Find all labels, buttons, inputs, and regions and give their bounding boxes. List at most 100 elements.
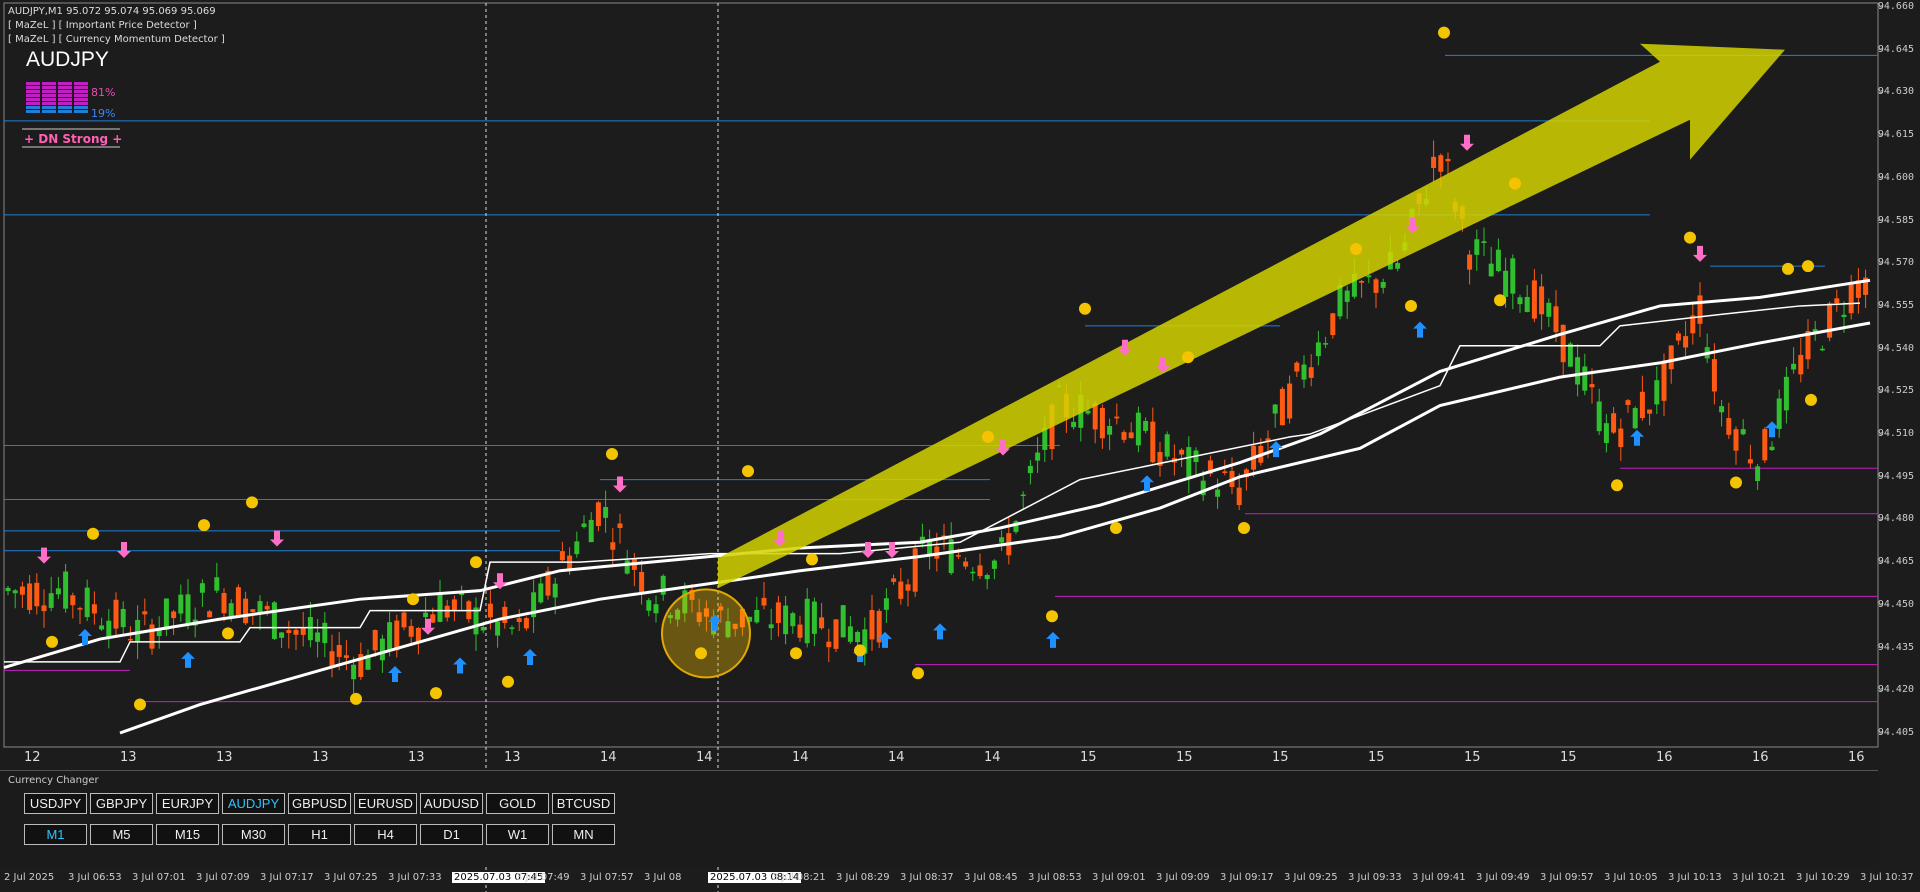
- candle-body: [235, 587, 241, 618]
- candle-body: [228, 603, 234, 617]
- candle-body: [1027, 465, 1033, 474]
- signal-marker-icon: [1079, 302, 1091, 315]
- signal-marker-icon: [502, 675, 514, 688]
- price-tick-label: 94.465: [1877, 556, 1914, 568]
- price-tick-label: 94.615: [1877, 129, 1914, 141]
- candle-body: [1128, 432, 1134, 439]
- buy-arrow-icon: [388, 666, 402, 683]
- candle-body: [351, 664, 357, 680]
- sell-arrow-icon: [37, 547, 51, 564]
- candle-body: [315, 632, 321, 642]
- candle-body: [1654, 380, 1660, 405]
- candle-body: [1143, 421, 1149, 431]
- candle-body: [1135, 412, 1141, 446]
- candle-body: [761, 597, 767, 606]
- time-label: 3 Jul 08:45: [964, 872, 1018, 883]
- price-tick-label: 94.495: [1877, 470, 1914, 482]
- price-tick-label: 94.510: [1877, 428, 1914, 440]
- timeframe-button-m15[interactable]: M15: [156, 824, 219, 845]
- signal-marker-icon: [222, 627, 234, 640]
- signal-marker-icon: [854, 644, 866, 657]
- candle-body: [1186, 447, 1192, 477]
- timeframe-button-m1[interactable]: M1: [24, 824, 87, 845]
- symbol-button-gold[interactable]: GOLD: [486, 793, 549, 814]
- symbol-button-gbpjpy[interactable]: GBPJPY: [90, 793, 153, 814]
- momentum-meter-cell: [42, 94, 56, 97]
- momentum-meter-cell: [42, 106, 56, 109]
- candle-body: [163, 598, 169, 630]
- momentum-meter-cell: [58, 102, 72, 105]
- symbol-button-audusd[interactable]: AUDUSD: [420, 793, 483, 814]
- momentum-meter-cell: [74, 106, 88, 109]
- timeframe-button-h4[interactable]: H4: [354, 824, 417, 845]
- day-label: 15: [1560, 750, 1577, 765]
- buy-arrow-icon: [933, 623, 947, 640]
- day-label: 15: [1464, 750, 1481, 765]
- price-tick-label: 94.525: [1877, 385, 1914, 397]
- signal-marker-icon: [198, 519, 210, 532]
- candle-body: [1661, 361, 1667, 401]
- price-tick-label: 94.435: [1877, 641, 1914, 653]
- candle-body: [1683, 336, 1689, 348]
- candle-body: [559, 551, 565, 561]
- price-tick-label: 94.645: [1877, 43, 1914, 55]
- price-chart[interactable]: [0, 0, 1920, 892]
- time-label: 3 Jul 07:01: [132, 872, 186, 883]
- timeframe-button-h1[interactable]: H1: [288, 824, 351, 845]
- symbol-button-eurjpy[interactable]: EURJPY: [156, 793, 219, 814]
- signal-marker-icon: [430, 687, 442, 700]
- candle-body: [775, 602, 781, 624]
- signal-marker-icon: [1730, 476, 1742, 489]
- candle-body: [1625, 400, 1631, 405]
- candle-body: [523, 618, 529, 629]
- candle-body: [55, 588, 61, 595]
- candle-body: [790, 613, 796, 627]
- symbol-button-btcusd[interactable]: BTCUSD: [552, 793, 615, 814]
- candle-body: [91, 604, 97, 614]
- candle-body: [1071, 421, 1077, 428]
- timeframe-button-d1[interactable]: D1: [420, 824, 483, 845]
- candle-body: [639, 571, 645, 593]
- candle-body: [1848, 283, 1854, 314]
- candle-body: [898, 581, 904, 599]
- chart-area[interactable]: AUDJPY,M1 95.072 95.074 95.069 95.069 [ …: [0, 0, 1920, 892]
- day-label: 15: [1080, 750, 1097, 765]
- signal-marker-icon: [742, 465, 754, 478]
- sell-arrow-icon: [1460, 134, 1474, 151]
- timeframe-button-m5[interactable]: M5: [90, 824, 153, 845]
- signal-marker-icon: [1350, 243, 1362, 255]
- candle-body: [624, 560, 630, 574]
- symbol-button-audjpy[interactable]: AUDJPY: [222, 793, 285, 814]
- timeframe-button-mn[interactable]: MN: [552, 824, 615, 845]
- candle-body: [1315, 342, 1321, 357]
- candle-body: [1841, 314, 1847, 318]
- signal-marker-icon: [1238, 522, 1250, 535]
- candle-body: [891, 578, 897, 582]
- timeframe-button-w1[interactable]: W1: [486, 824, 549, 845]
- momentum-meter-cell: [58, 90, 72, 93]
- candle-body: [869, 610, 875, 640]
- momentum-up-percent: 81%: [91, 86, 116, 99]
- symbol-button-eurusd[interactable]: EURUSD: [354, 793, 417, 814]
- candle-body: [1366, 275, 1372, 278]
- timeframe-button-m30[interactable]: M30: [222, 824, 285, 845]
- candle-body: [595, 502, 601, 527]
- time-label: 3 Jul 09:33: [1348, 872, 1402, 883]
- candle-body: [264, 605, 270, 610]
- day-label: 16: [1848, 750, 1865, 765]
- symbol-button-gbpusd[interactable]: GBPUSD: [288, 793, 351, 814]
- candle-body: [1301, 364, 1307, 380]
- symbol-button-usdjpy[interactable]: USDJPY: [24, 793, 87, 814]
- time-label: 3 Jul 10:29: [1796, 872, 1850, 883]
- candle-body: [1546, 302, 1552, 317]
- candle-body: [516, 618, 522, 622]
- candle-body: [653, 604, 659, 614]
- candle-body: [1618, 428, 1624, 448]
- sell-arrow-icon: [270, 530, 284, 547]
- momentum-meter-cell: [42, 90, 56, 93]
- candle-body: [379, 638, 385, 661]
- time-label: 3 Jul 09:01: [1092, 872, 1146, 883]
- signal-marker-icon: [806, 553, 818, 566]
- candle-body: [286, 630, 292, 633]
- candle-body: [1150, 421, 1156, 463]
